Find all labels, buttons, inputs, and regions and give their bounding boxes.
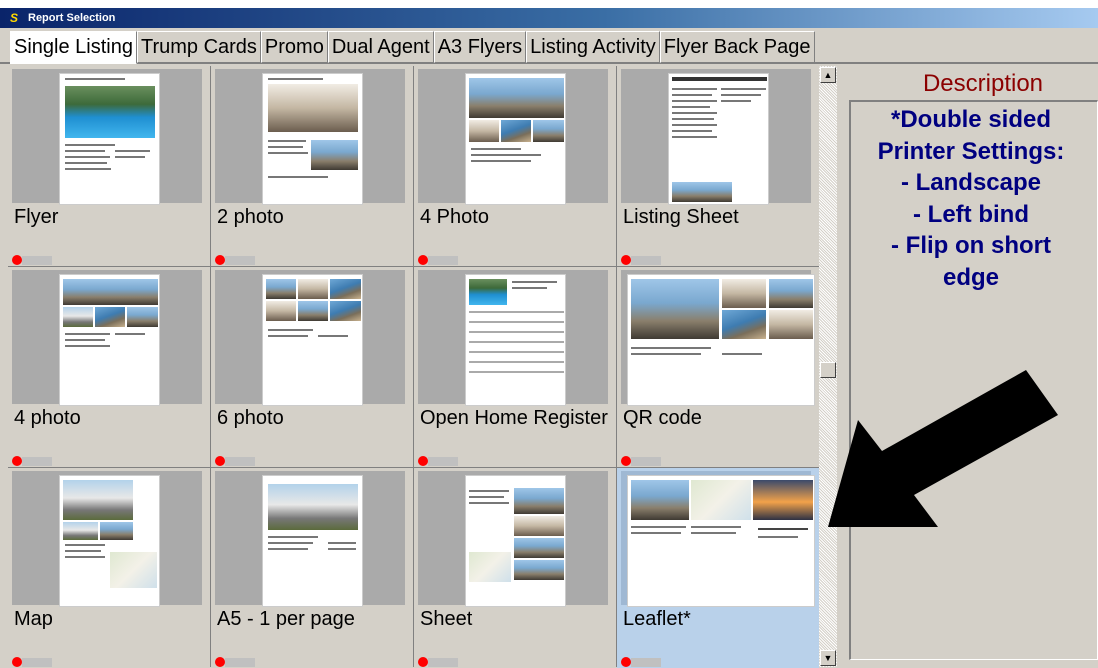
report-thumbnail xyxy=(59,274,160,406)
tab-single-listing[interactable]: Single Listing xyxy=(10,31,137,64)
report-label: 4 Photo xyxy=(420,206,489,228)
status-bar xyxy=(631,658,661,667)
report-label: Listing Sheet xyxy=(623,206,739,228)
report-thumbnail xyxy=(262,274,363,406)
thumbnail-area xyxy=(215,471,405,607)
report-tile-2-photo[interactable]: 2 photo xyxy=(211,66,413,266)
description-label: Description xyxy=(922,70,1044,97)
tab-a3-flyers[interactable]: A3 Flyers xyxy=(433,31,527,63)
report-label: A5 - 1 per page xyxy=(217,608,355,630)
report-label: Map xyxy=(14,608,53,630)
title-bar: S Report Selection xyxy=(0,8,1098,28)
report-label: Leaflet* xyxy=(623,608,691,630)
app-icon: S xyxy=(9,11,18,25)
status-dot xyxy=(215,255,225,265)
status-bar xyxy=(22,457,52,466)
report-thumbnail xyxy=(465,475,566,607)
window-title: Report Selection xyxy=(28,12,116,24)
report-tile-sheet[interactable]: Sheet xyxy=(414,468,616,668)
thumbnail-area xyxy=(12,270,202,406)
status-dot xyxy=(12,456,22,466)
status-bar xyxy=(22,256,52,265)
thumbnail-area xyxy=(621,270,815,406)
report-thumbnail xyxy=(262,73,363,205)
status-dot xyxy=(12,657,22,667)
status-dot xyxy=(621,255,631,265)
status-bar xyxy=(225,658,255,667)
tab-promo[interactable]: Promo xyxy=(260,31,328,63)
report-label: QR code xyxy=(623,407,702,429)
status-dot xyxy=(621,657,631,667)
scroll-down-button[interactable]: ▼ xyxy=(820,650,836,666)
annotation-arrow-icon xyxy=(828,370,1058,527)
scroll-up-button[interactable]: ▲ xyxy=(820,67,836,83)
thumbnail-area xyxy=(621,471,815,607)
report-tile-flyer[interactable]: Flyer xyxy=(8,66,210,266)
report-label: 2 photo xyxy=(217,206,284,228)
status-dot xyxy=(418,456,428,466)
status-bar xyxy=(428,658,458,667)
tab-trump-cards[interactable]: Trump Cards xyxy=(136,31,261,63)
report-tile-6-photo[interactable]: 6 photo xyxy=(211,267,413,467)
description-text: *Double sided Printer Settings: - Landsc… xyxy=(877,106,1065,291)
report-label: 4 photo xyxy=(14,407,81,429)
report-grid: Flyer 2 photo 4 Photo Listing Sheet 4 ph… xyxy=(8,66,819,668)
report-tile-listing-sheet[interactable]: Listing Sheet xyxy=(617,66,819,266)
status-bar xyxy=(631,457,661,466)
report-label: Flyer xyxy=(14,206,59,228)
report-thumbnail xyxy=(627,475,815,607)
thumbnail-area xyxy=(12,471,202,607)
report-tabs: Single Listing Trump Cards Promo Dual Ag… xyxy=(10,31,815,64)
status-bar xyxy=(428,457,458,466)
thumbnail-area xyxy=(418,471,608,607)
report-label: 6 photo xyxy=(217,407,284,429)
report-tile-qr-code[interactable]: QR code xyxy=(617,267,819,467)
report-label: Sheet xyxy=(420,608,473,630)
thumbnail-area xyxy=(418,69,608,205)
status-dot xyxy=(418,255,428,265)
report-thumbnail xyxy=(668,73,769,205)
tab-dual-agent[interactable]: Dual Agent xyxy=(327,31,434,63)
thumbnail-area xyxy=(12,69,202,205)
report-thumbnail xyxy=(465,274,566,406)
report-tile-4-photo[interactable]: 4 Photo xyxy=(414,66,616,266)
report-thumbnail xyxy=(59,73,160,205)
status-bar xyxy=(631,256,661,265)
report-thumbnail xyxy=(627,274,815,406)
status-dot xyxy=(12,255,22,265)
report-thumbnail xyxy=(59,475,160,607)
report-tile-leaflet[interactable]: Leaflet* xyxy=(617,468,819,668)
status-dot xyxy=(418,657,428,667)
top-border xyxy=(0,0,1098,8)
report-thumbnail xyxy=(262,475,363,607)
status-bar xyxy=(225,256,255,265)
thumbnail-area xyxy=(418,270,608,406)
report-label: Open Home Register xyxy=(420,407,608,429)
status-dot xyxy=(215,456,225,466)
status-bar xyxy=(22,658,52,667)
report-thumbnail xyxy=(465,73,566,205)
tab-listing-activity[interactable]: Listing Activity xyxy=(526,31,660,63)
report-tile-map[interactable]: Map xyxy=(8,468,210,668)
report-tile-4-photo-b[interactable]: 4 photo xyxy=(8,267,210,467)
thumbnail-area xyxy=(621,69,811,205)
status-dot xyxy=(215,657,225,667)
thumbnail-area xyxy=(215,69,405,205)
thumbnail-area xyxy=(215,270,405,406)
status-bar xyxy=(225,457,255,466)
status-bar xyxy=(428,256,458,265)
report-tile-open-home-register[interactable]: Open Home Register xyxy=(414,267,616,467)
status-dot xyxy=(621,456,631,466)
tab-flyer-back-page[interactable]: Flyer Back Page xyxy=(659,31,815,63)
report-tile-a5-1-per-page[interactable]: A5 - 1 per page xyxy=(211,468,413,668)
